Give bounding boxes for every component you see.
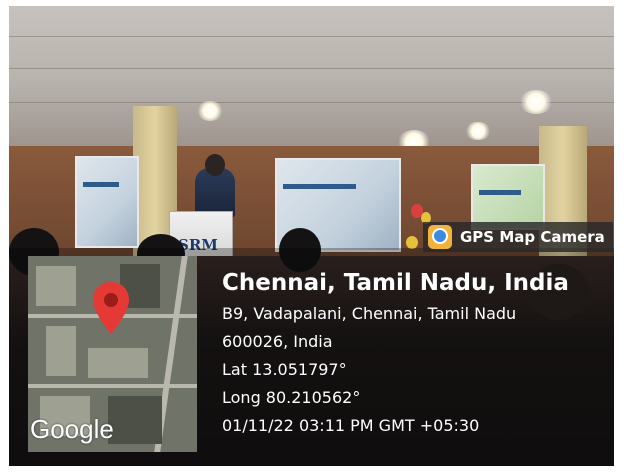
ceiling-grid-line (9, 68, 614, 69)
speaker-head (205, 154, 225, 176)
ceiling (9, 6, 614, 146)
projection-screen (471, 164, 545, 230)
map-building (36, 266, 76, 306)
location-title: Chennai, Tamil Nadu, India (222, 270, 569, 296)
gps-map-camera-app-icon (428, 225, 452, 249)
projection-screen (75, 156, 139, 248)
ceiling-light (465, 122, 491, 140)
ceiling-light (519, 90, 553, 114)
map-road (28, 384, 197, 388)
location-pin-icon (93, 282, 129, 334)
slide-heading (479, 190, 521, 195)
address-line-2: 600026, India (222, 332, 333, 351)
map-building (88, 348, 148, 378)
badge-label: GPS Map Camera (460, 228, 605, 246)
slide-heading (283, 184, 357, 189)
map-building (46, 326, 76, 376)
satellite-map-thumbnail: Google (28, 256, 197, 452)
ceiling-light (197, 101, 223, 121)
gps-map-camera-badge: GPS Map Camera (423, 222, 613, 252)
slide-heading (83, 182, 119, 187)
camera-lens-icon (432, 228, 448, 244)
ceiling-grid-line (9, 36, 614, 37)
longitude: Long 80.210562° (222, 388, 361, 407)
location-info: Chennai, Tamil Nadu, India B9, Vadapalan… (222, 266, 612, 440)
date-time: 01/11/22 03:11 PM GMT +05:30 (222, 416, 480, 435)
latitude: Lat 13.051797° (222, 360, 347, 379)
address-line-1: B9, Vadapalani, Chennai, Tamil Nadu (222, 304, 517, 323)
google-attribution: Google (30, 414, 114, 444)
map-building (108, 396, 162, 444)
